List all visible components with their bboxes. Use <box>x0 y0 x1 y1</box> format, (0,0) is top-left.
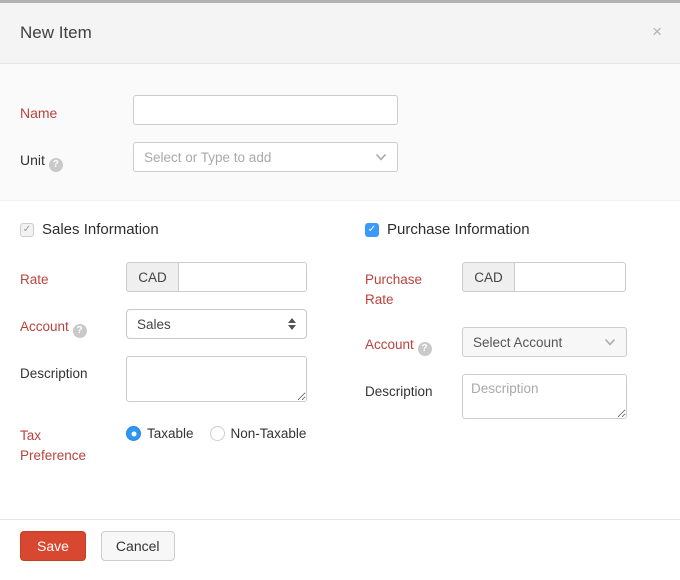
sales-column: Sales Information Rate CAD Account ? Sal… <box>20 221 342 466</box>
non-taxable-radio-icon <box>210 426 225 441</box>
purchase-column: Purchase Information Purchase Rate CAD A… <box>365 221 660 466</box>
unit-help-icon[interactable]: ? <box>49 158 63 172</box>
purchase-account-label: Account ? <box>365 327 437 356</box>
purchase-account-help-icon[interactable]: ? <box>418 342 432 356</box>
purchase-account-label-text: Account <box>365 337 414 352</box>
modal-header: New Item × <box>0 3 680 64</box>
taxable-radio-option[interactable]: Taxable <box>126 426 194 441</box>
sales-account-row: Account ? Sales <box>20 309 342 339</box>
unit-label: Unit ? <box>20 142 113 172</box>
sales-section-label: Sales Information <box>42 221 159 238</box>
general-section: Name Unit ? Select or Type to add <box>0 64 680 201</box>
chevron-down-icon <box>375 151 387 163</box>
purchase-description-textarea[interactable] <box>462 374 627 419</box>
sales-account-label-text: Account <box>20 319 69 334</box>
purchase-rate-label: Purchase Rate <box>365 262 437 310</box>
item-info-columns: Sales Information Rate CAD Account ? Sal… <box>0 201 680 466</box>
purchase-account-row: Account ? Select Account <box>365 327 660 357</box>
unit-dropdown-placeholder: Select or Type to add <box>144 150 375 165</box>
name-input[interactable] <box>133 95 398 125</box>
sales-description-row: Description <box>20 356 342 402</box>
purchase-account-placeholder: Select Account <box>473 335 604 350</box>
unit-row: Unit ? Select or Type to add <box>20 142 660 172</box>
tax-preference-options: Taxable Non-Taxable <box>126 419 322 441</box>
sales-description-label: Description <box>20 356 106 384</box>
sales-checkbox <box>20 223 34 237</box>
sales-rate-group: CAD <box>126 262 307 292</box>
purchase-checkbox[interactable] <box>365 223 379 237</box>
sales-rate-input[interactable] <box>178 262 307 292</box>
taxable-radio-label: Taxable <box>147 426 194 441</box>
chevron-down-icon <box>604 336 616 348</box>
purchase-rate-input[interactable] <box>514 262 626 292</box>
sales-account-label: Account ? <box>20 309 106 338</box>
name-row: Name <box>20 95 660 125</box>
non-taxable-radio-option[interactable]: Non-Taxable <box>210 426 307 441</box>
sales-account-help-icon[interactable]: ? <box>73 324 87 338</box>
modal-footer: Save Cancel <box>0 519 680 572</box>
sales-rate-label: Rate <box>20 262 106 290</box>
sales-account-selected-value: Sales <box>137 317 288 332</box>
name-label: Name <box>20 95 113 123</box>
purchase-section-header: Purchase Information <box>365 221 660 238</box>
sales-section-header: Sales Information <box>20 221 342 238</box>
unit-dropdown[interactable]: Select or Type to add <box>133 142 398 172</box>
purchase-section-label: Purchase Information <box>387 221 530 238</box>
purchase-description-row: Description <box>365 374 660 419</box>
close-icon[interactable]: × <box>652 23 662 40</box>
sales-account-select[interactable]: Sales <box>126 309 307 339</box>
sales-currency-prefix: CAD <box>126 262 178 292</box>
cancel-button[interactable]: Cancel <box>101 531 175 561</box>
unit-label-text: Unit <box>20 152 45 168</box>
sales-rate-row: Rate CAD <box>20 262 342 292</box>
purchase-rate-group: CAD <box>462 262 626 292</box>
sales-description-textarea[interactable] <box>126 356 307 402</box>
non-taxable-radio-label: Non-Taxable <box>231 426 307 441</box>
purchase-rate-row: Purchase Rate CAD <box>365 262 660 310</box>
tax-preference-row: Tax Preference Taxable Non-Taxable <box>20 419 342 466</box>
tax-preference-label: Tax Preference <box>20 419 106 466</box>
page-title: New Item <box>20 23 92 43</box>
save-button[interactable]: Save <box>20 531 86 561</box>
select-spinner-icon <box>288 318 296 330</box>
purchase-description-label: Description <box>365 374 437 402</box>
purchase-account-dropdown[interactable]: Select Account <box>462 327 627 357</box>
purchase-currency-prefix: CAD <box>462 262 514 292</box>
taxable-radio-icon <box>126 426 141 441</box>
